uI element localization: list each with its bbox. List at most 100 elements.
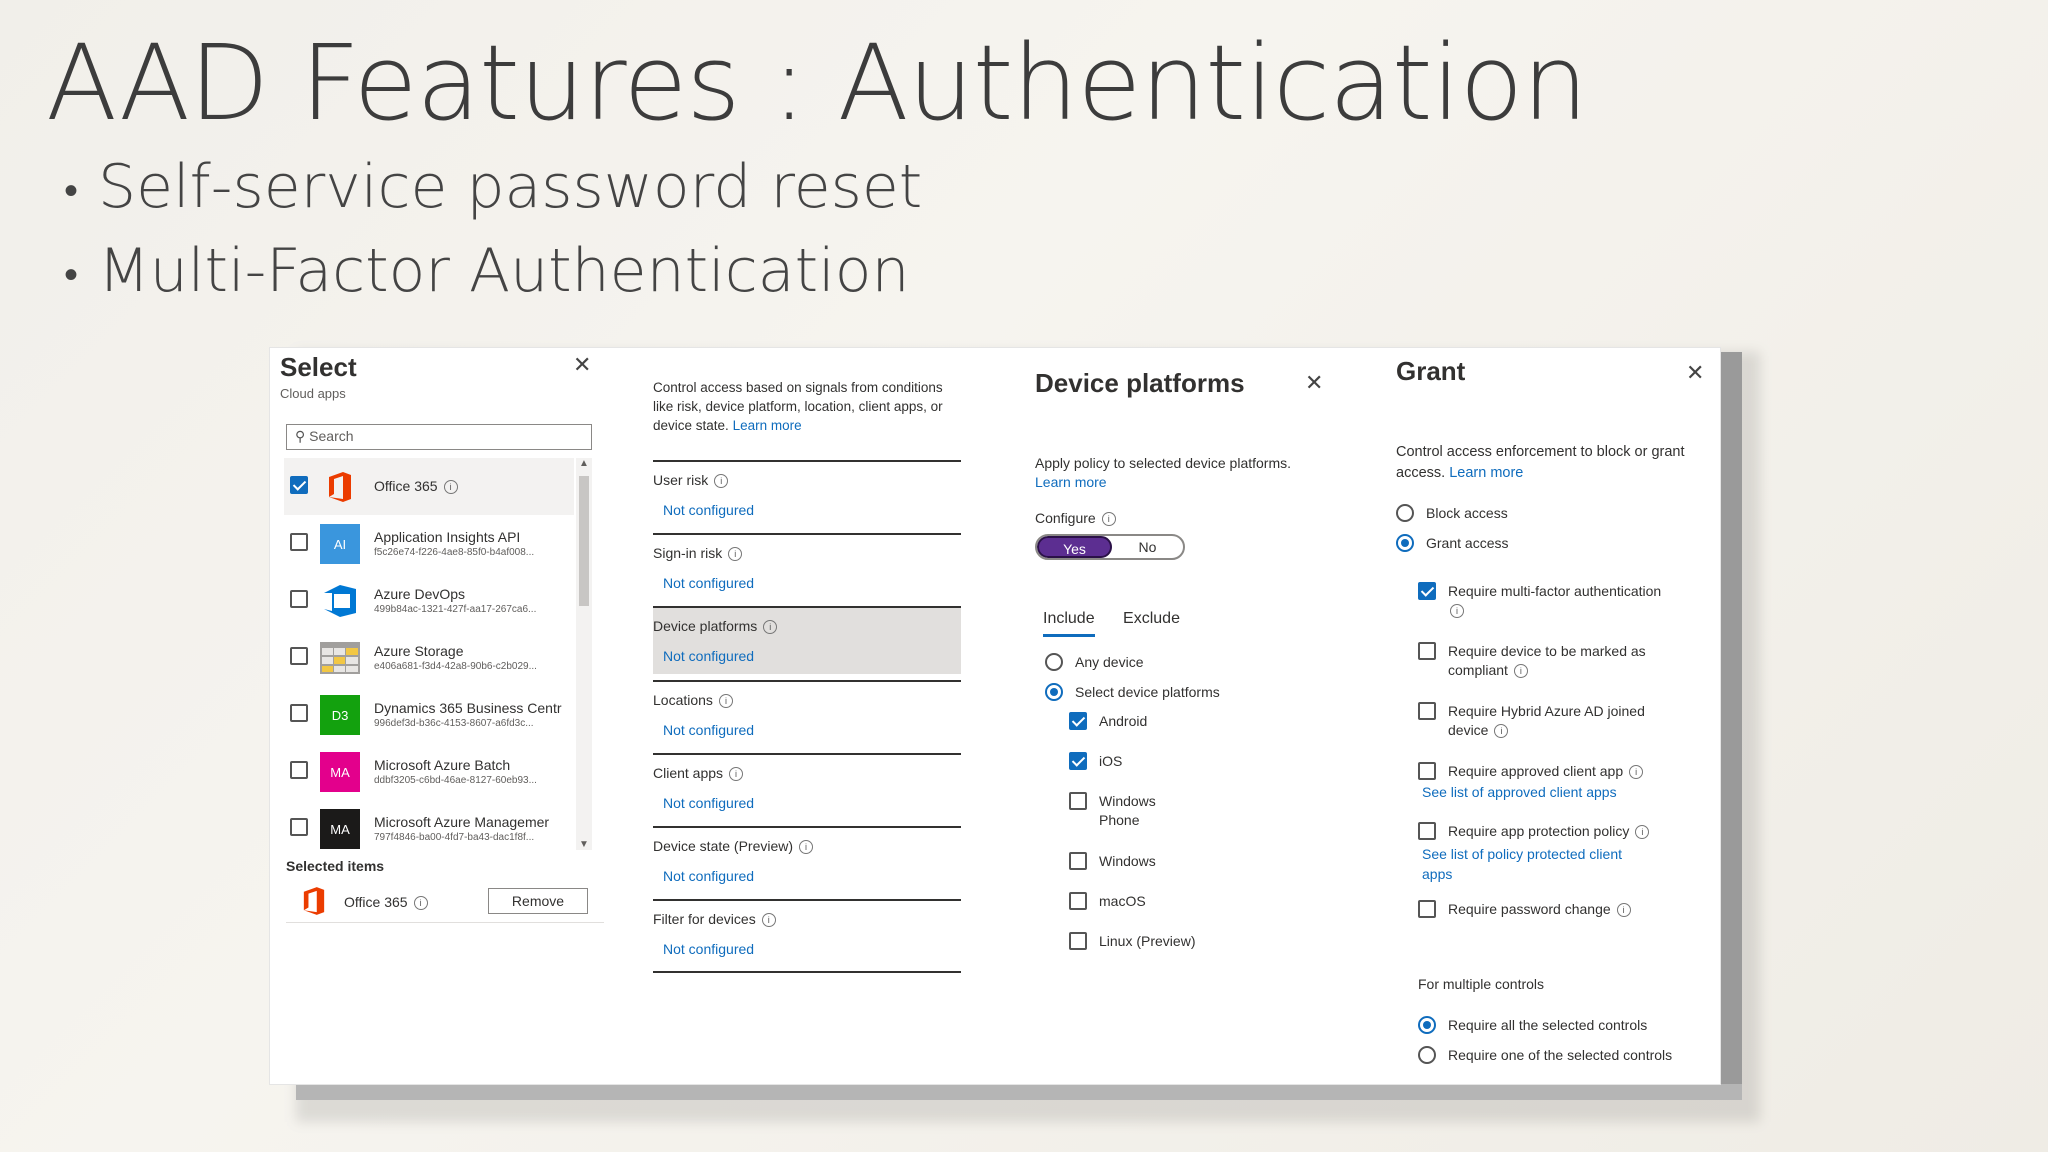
toggle-no[interactable]: No <box>1112 536 1183 558</box>
radio-button[interactable] <box>1045 683 1063 701</box>
radio-button[interactable] <box>1045 653 1063 671</box>
bullet-text: Multi-Factor Authentication <box>98 236 910 306</box>
control-compliant[interactable]: Require device to be marked as compliant… <box>1418 642 1668 680</box>
batch-icon: MA <box>320 752 360 792</box>
condition-value[interactable]: Not configured <box>663 575 754 591</box>
radio-require-one[interactable]: Require one of the selected controls <box>1418 1046 1672 1065</box>
control-password-change[interactable]: Require password change i <box>1418 900 1698 919</box>
tab-exclude[interactable]: Exclude <box>1123 610 1180 634</box>
condition-locations[interactable]: Locations i Not configured <box>653 680 961 752</box>
radio-any-device[interactable]: Any device <box>1045 653 1143 672</box>
condition-sign-in-risk[interactable]: Sign-in risk i Not configured <box>653 533 961 605</box>
control-app-protection[interactable]: Require app protection policy i <box>1418 822 1698 841</box>
checkbox[interactable] <box>290 476 308 494</box>
control-approved-app[interactable]: Require approved client app i <box>1418 762 1698 781</box>
app-name: Office 365 i <box>374 478 572 495</box>
list-item[interactable]: Azure Storage e406a681-f3d4-42a8-90b6-c2… <box>284 629 574 686</box>
office-icon <box>302 886 326 921</box>
select-pane: Select Cloud apps ✕ ⚲ Search Office 365 i… <box>270 348 604 1084</box>
scroll-down-icon[interactable]: ▼ <box>579 839 589 850</box>
scrollbar-thumb[interactable] <box>579 476 589 606</box>
checkbox-label: Require Hybrid Azure AD joined device i <box>1448 703 1645 739</box>
condition-device-state[interactable]: Device state (Preview) i Not configured <box>653 826 961 898</box>
checkbox[interactable] <box>1418 642 1436 660</box>
platform-macos[interactable]: macOS <box>1069 892 1146 911</box>
list-item[interactable]: Office 365 i <box>284 458 574 515</box>
approved-apps-link[interactable]: See list of approved client apps <box>1422 784 1617 800</box>
close-icon[interactable]: ✕ <box>573 354 591 376</box>
platform-windows-phone[interactable]: Windows Phone <box>1069 792 1189 830</box>
radio-button[interactable] <box>1396 534 1414 552</box>
radio-button[interactable] <box>1418 1046 1436 1064</box>
platform-linux[interactable]: Linux (Preview) <box>1069 932 1195 951</box>
radio-button[interactable] <box>1396 504 1414 522</box>
condition-user-risk[interactable]: User risk i Not configured <box>653 460 961 532</box>
info-icon: i <box>1635 825 1650 840</box>
checkbox[interactable] <box>1418 702 1436 720</box>
condition-label: Sign-in risk i <box>653 545 743 562</box>
learn-more-link[interactable]: Learn more <box>733 418 802 433</box>
radio-grant-access[interactable]: Grant access <box>1396 534 1508 553</box>
checkbox[interactable] <box>1418 900 1436 918</box>
checkbox[interactable] <box>290 818 308 836</box>
condition-value[interactable]: Not configured <box>663 502 754 518</box>
info-icon: i <box>1629 765 1644 780</box>
control-mfa[interactable]: Require multi-factor authentication i <box>1418 582 1698 620</box>
list-item[interactable]: MA Microsoft Azure Managemer 797f4846-ba… <box>284 800 574 850</box>
close-icon[interactable]: ✕ <box>1305 372 1323 394</box>
checkbox[interactable] <box>1418 762 1436 780</box>
remove-button[interactable]: Remove <box>488 888 588 914</box>
tab-include[interactable]: Include <box>1043 610 1095 637</box>
checkbox[interactable] <box>1069 892 1087 910</box>
info-icon: i <box>1450 604 1464 619</box>
app-id: e406a681-f3d4-42a8-90b6-c2b029... <box>374 661 537 672</box>
radio-require-all[interactable]: Require all the selected controls <box>1418 1016 1647 1035</box>
condition-client-apps[interactable]: Client apps i Not configured <box>653 753 961 825</box>
condition-filter-devices[interactable]: Filter for devices i Not configured <box>653 899 961 973</box>
close-icon[interactable]: ✕ <box>1686 362 1704 384</box>
list-item[interactable]: Azure DevOps 499b84ac-1321-427f-aa17-267… <box>284 572 574 629</box>
checkbox[interactable] <box>290 590 308 608</box>
scrollbar[interactable]: ▲ ▼ <box>576 458 592 850</box>
learn-more-link[interactable]: Learn more <box>1449 465 1523 481</box>
platform-windows[interactable]: Windows <box>1069 852 1156 871</box>
list-item[interactable]: AI Application Insights API f5c26e74-f22… <box>284 515 574 572</box>
toggle-yes[interactable]: Yes <box>1037 536 1112 558</box>
search-input[interactable]: ⚲ Search <box>286 424 592 450</box>
dynamics-icon: D3 <box>320 695 360 735</box>
checkbox-label: Require multi-factor authentication i <box>1448 582 1661 620</box>
checkbox[interactable] <box>290 761 308 779</box>
checkbox[interactable] <box>1069 852 1087 870</box>
info-icon: i <box>729 767 744 782</box>
checkbox[interactable] <box>290 704 308 722</box>
condition-value[interactable]: Not configured <box>663 648 754 664</box>
control-hybrid[interactable]: Require Hybrid Azure AD joined device i <box>1418 702 1688 740</box>
condition-value[interactable]: Not configured <box>663 941 754 957</box>
radio-select-platforms[interactable]: Select device platforms <box>1045 683 1220 702</box>
checkbox[interactable] <box>290 647 308 665</box>
checkbox[interactable] <box>1069 712 1087 730</box>
checkbox[interactable] <box>1069 792 1087 810</box>
platform-ios[interactable]: iOS <box>1069 752 1122 771</box>
info-icon: i <box>1616 903 1631 918</box>
checkbox[interactable] <box>290 533 308 551</box>
conditions-pane: Control access based on signals from con… <box>653 348 973 1084</box>
scroll-up-icon[interactable]: ▲ <box>579 458 589 469</box>
list-item[interactable]: D3 Dynamics 365 Business Centr 996def3d-… <box>284 686 574 743</box>
condition-device-platforms[interactable]: Device platforms i Not configured <box>653 606 961 674</box>
checkbox[interactable] <box>1418 582 1436 600</box>
checkbox[interactable] <box>1418 822 1436 840</box>
radio-block-access[interactable]: Block access <box>1396 504 1508 523</box>
condition-value[interactable]: Not configured <box>663 868 754 884</box>
list-item[interactable]: MA Microsoft Azure Batch ddbf3205-c6bd-4… <box>284 743 574 800</box>
condition-value[interactable]: Not configured <box>663 722 754 738</box>
checkbox[interactable] <box>1069 752 1087 770</box>
protected-apps-link[interactable]: See list of policy protected client apps <box>1422 844 1652 884</box>
configure-toggle[interactable]: Yes No <box>1035 534 1185 560</box>
radio-button[interactable] <box>1418 1016 1436 1034</box>
learn-more-link[interactable]: Learn more <box>1035 474 1107 490</box>
checkbox[interactable] <box>1069 932 1087 950</box>
platform-android[interactable]: Android <box>1069 712 1147 731</box>
condition-value[interactable]: Not configured <box>663 795 754 811</box>
info-icon: i <box>761 913 776 928</box>
